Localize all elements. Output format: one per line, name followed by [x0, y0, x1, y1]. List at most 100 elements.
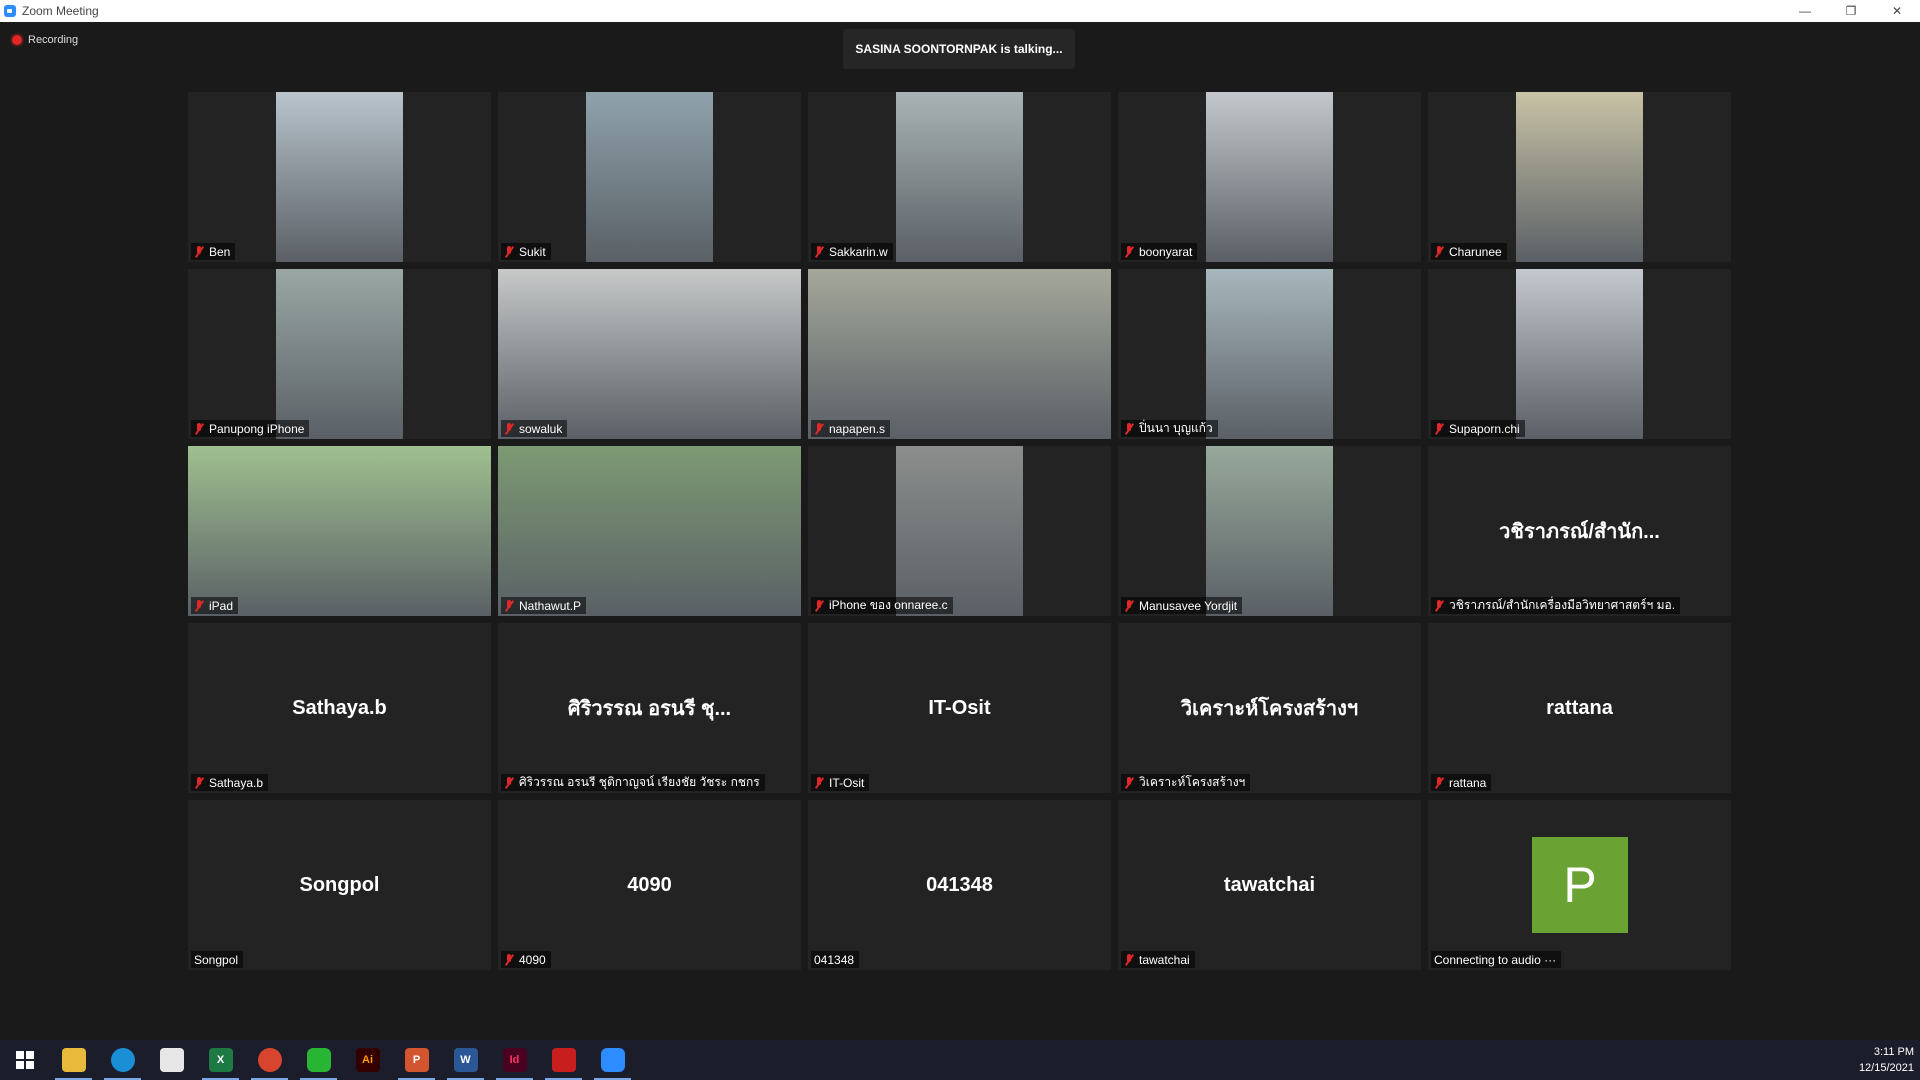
participant-tile[interactable]: วิเคราะห์โครงสร้างฯ วิเคราะห์โครงสร้างฯ [1118, 623, 1421, 793]
muted-mic-icon [194, 422, 204, 435]
participant-video [498, 269, 801, 439]
participant-name-text: boonyarat [1139, 244, 1193, 259]
participant-name-label: Nathawut.P [501, 597, 587, 614]
participant-name-text: Connecting to audio ··· [1434, 952, 1557, 967]
participant-video [1206, 92, 1333, 262]
participant-name-text: Sakkarin.w [829, 244, 888, 259]
muted-mic-icon [814, 245, 824, 258]
participant-video [808, 269, 1111, 439]
participant-name-label: tawatchai [1121, 951, 1195, 968]
participant-tile[interactable]: Songpol Songpol [188, 800, 491, 970]
avatar: P [1532, 837, 1628, 933]
participant-name-label: Sathaya.b [191, 774, 269, 791]
muted-mic-icon [194, 245, 204, 258]
participant-tile[interactable]: Sakkarin.w [808, 92, 1111, 262]
participant-display-name: Songpol [299, 873, 380, 896]
participant-tile[interactable]: ศิริวรรณ อรนรี ชุ... ศิริวรรณ อรนรี ชุติก… [498, 623, 801, 793]
participant-tile[interactable]: iPhone ของ onnaree.c [808, 446, 1111, 616]
muted-mic-icon [194, 599, 204, 612]
participant-name-text: tawatchai [1139, 952, 1190, 967]
participant-tile[interactable]: Panupong iPhone [188, 269, 491, 439]
participant-name-text: rattana [1449, 775, 1487, 790]
zoom-icon[interactable] [588, 1040, 637, 1080]
qr-app-icon[interactable] [147, 1040, 196, 1080]
participant-name-text: ปิ่นนา บุญแก้ว [1139, 421, 1213, 435]
participant-tile[interactable]: Sukit [498, 92, 801, 262]
indesign-icon[interactable]: Id [490, 1040, 539, 1080]
participant-name-text: 041348 [814, 952, 855, 967]
participant-video [1206, 446, 1333, 616]
participant-name-label: Sakkarin.w [811, 243, 893, 260]
system-clock[interactable]: 3:11 PM 12/15/2021 [1859, 1044, 1914, 1076]
participant-tile[interactable]: Manusavee Yordjit [1118, 446, 1421, 616]
participant-name-label: Songpol [191, 951, 244, 968]
muted-mic-icon [504, 776, 514, 789]
participant-tile[interactable]: Sathaya.b Sathaya.b [188, 623, 491, 793]
participant-name-text: วิเคราะห์โครงสร้างฯ [1139, 775, 1246, 789]
participant-display-name: 4090 [627, 873, 672, 896]
participant-tile[interactable]: Ben [188, 92, 491, 262]
windows-start-icon[interactable] [0, 1040, 49, 1080]
participant-tile[interactable]: iPad [188, 446, 491, 616]
participant-name-text: Sukit [519, 244, 546, 259]
participant-tile[interactable]: rattana rattana [1428, 623, 1731, 793]
minimize-button[interactable]: — [1782, 0, 1828, 22]
muted-mic-icon [1124, 953, 1134, 966]
participant-name-text: Panupong iPhone [209, 421, 305, 436]
participant-tile[interactable]: IT-Osit IT-Osit [808, 623, 1111, 793]
muted-mic-icon [814, 599, 824, 612]
participant-tile[interactable]: P Connecting to audio ··· [1428, 800, 1731, 970]
muted-mic-icon [504, 422, 514, 435]
participant-name-label: 041348 [811, 951, 860, 968]
participant-video [276, 92, 403, 262]
participant-tile[interactable]: 041348 041348 [808, 800, 1111, 970]
muted-mic-icon [1434, 776, 1444, 789]
meeting-area: Recording SASINA SOONTORNPAK is talking.… [0, 22, 1920, 1040]
participant-tile[interactable]: ปิ่นนา บุญแก้ว [1118, 269, 1421, 439]
participant-name-text: Songpol [194, 952, 239, 967]
participant-tile[interactable]: tawatchai tawatchai [1118, 800, 1421, 970]
participant-tile[interactable]: sowaluk [498, 269, 801, 439]
participant-tile[interactable]: napapen.s [808, 269, 1111, 439]
participant-tile[interactable]: Charunee [1428, 92, 1731, 262]
line-icon[interactable] [294, 1040, 343, 1080]
participant-video [1516, 269, 1643, 439]
participant-name-label: วชิราภรณ์/สำนักเครื่องมือวิทยาศาสตร์ฯ มอ… [1431, 597, 1681, 614]
recording-indicator[interactable]: Recording [12, 34, 78, 46]
participant-tile[interactable]: วชิราภรณ์/สำนัก... วชิราภรณ์/สำนักเครื่อง… [1428, 446, 1731, 616]
participant-tile[interactable]: boonyarat [1118, 92, 1421, 262]
illustrator-icon[interactable]: Ai [343, 1040, 392, 1080]
word-icon[interactable]: W [441, 1040, 490, 1080]
participant-name-text: Supaporn.chi [1449, 421, 1520, 436]
participant-tile[interactable]: 4090 4090 [498, 800, 801, 970]
powerpoint-icon[interactable]: P [392, 1040, 441, 1080]
muted-mic-icon [1434, 245, 1444, 258]
edge-icon[interactable] [98, 1040, 147, 1080]
participant-name-text: Manusavee Yordjit [1139, 598, 1238, 613]
participant-name-text: 4090 [519, 952, 546, 967]
windows-taskbar: X Ai P W Id 3:11 PM 12/15/2021 [0, 1040, 1920, 1080]
recording-label: Recording [28, 34, 79, 46]
active-speaker-banner: SASINA SOONTORNPAK is talking... [843, 29, 1075, 69]
muted-mic-icon [504, 953, 514, 966]
participant-name-text: napapen.s [829, 421, 886, 436]
restore-button[interactable]: ❐ [1828, 0, 1874, 22]
participant-tile[interactable]: Supaporn.chi [1428, 269, 1731, 439]
participant-video [896, 92, 1023, 262]
recording-dot-icon [12, 35, 22, 45]
file-explorer-icon[interactable] [49, 1040, 98, 1080]
participant-name-text: Sathaya.b [209, 775, 264, 790]
muted-mic-icon [814, 776, 824, 789]
muted-mic-icon [194, 776, 204, 789]
close-button[interactable]: ✕ [1874, 0, 1920, 22]
chrome-icon[interactable] [245, 1040, 294, 1080]
participant-name-text: ศิริวรรณ อรนรี ชุติกาญจน์ เรียงชัย วัชระ… [519, 775, 760, 789]
clock-time: 3:11 PM [1873, 1046, 1914, 1058]
excel-icon[interactable]: X [196, 1040, 245, 1080]
participant-name-text: iPhone ของ onnaree.c [829, 598, 948, 612]
muted-mic-icon [1434, 422, 1444, 435]
participant-tile[interactable]: Nathawut.P [498, 446, 801, 616]
participant-name-label: iPhone ของ onnaree.c [811, 597, 953, 614]
acrobat-icon[interactable] [539, 1040, 588, 1080]
participant-video [1516, 92, 1643, 262]
